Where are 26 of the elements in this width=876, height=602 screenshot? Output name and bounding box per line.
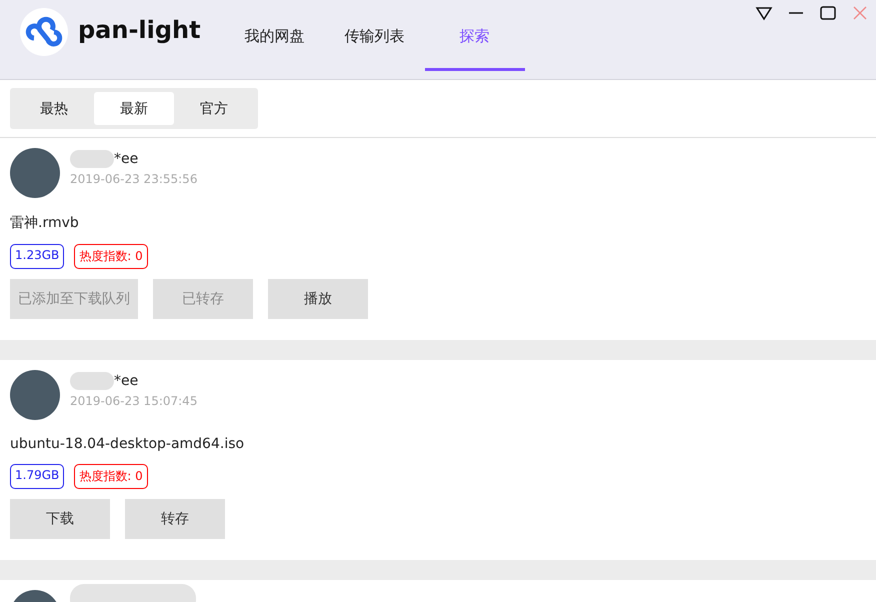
nav-tab[interactable]: 探索 bbox=[424, 0, 525, 71]
post-time: 2019-06-23 23:55:56 bbox=[70, 172, 198, 186]
action-button[interactable]: 下载 bbox=[10, 499, 110, 539]
heat-tag: 热度指数: 0 bbox=[74, 464, 148, 489]
nav-tab[interactable]: 传输列表 bbox=[324, 0, 425, 71]
maximize-icon[interactable] bbox=[818, 4, 838, 22]
blurred-name bbox=[70, 372, 114, 390]
username: *ee bbox=[114, 373, 138, 389]
avatar bbox=[10, 370, 60, 420]
filter-tab[interactable]: 官方 bbox=[174, 92, 254, 125]
avatar bbox=[10, 148, 60, 198]
file-name: ubuntu-18.04-desktop-amd64.iso bbox=[10, 436, 246, 452]
filter-tab[interactable]: 最新 bbox=[94, 92, 174, 125]
username: *ee bbox=[114, 151, 138, 167]
app-title: pan-light bbox=[78, 16, 201, 44]
file-name: 雷神.rmvb bbox=[10, 214, 80, 232]
action-button[interactable]: 转存 bbox=[125, 499, 225, 539]
logo-icon bbox=[20, 8, 68, 56]
filter-tab[interactable]: 最热 bbox=[14, 92, 94, 125]
action-button[interactable]: 播放 bbox=[268, 279, 368, 319]
blurred-name bbox=[70, 150, 114, 168]
size-tag: 1.23GB bbox=[10, 244, 64, 269]
size-tag: 1.79GB bbox=[10, 464, 64, 489]
nav-tab[interactable]: 我的网盘 bbox=[224, 0, 325, 71]
post-time: 2019-06-23 15:07:45 bbox=[70, 394, 198, 408]
heat-tag: 热度指数: 0 bbox=[74, 244, 148, 269]
